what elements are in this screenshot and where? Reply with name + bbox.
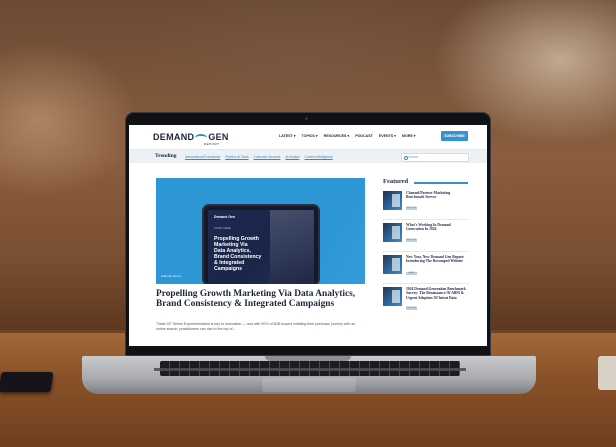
featured-item[interactable]: What's Working In Demand Generation In 2… <box>383 223 469 249</box>
featured-item-title: Channel/Partner Marketing Benchmark Surv… <box>406 191 451 200</box>
hero-tag: Editorial Series <box>161 274 182 278</box>
tablet-screen: Demand Gen STUDY HERE Propelling Growth … <box>208 210 314 284</box>
laptop-lid: DEMAND GEN REPORT LATEST ▾ TOPICS ▾ RESOU… <box>125 112 491 356</box>
featured-divider <box>383 251 469 252</box>
logo-gen: GEN <box>208 132 229 142</box>
featured-item[interactable]: 2024 Demand Generation Benchmark Survey:… <box>383 287 469 313</box>
nav-events[interactable]: EVENTS ▾ <box>379 134 396 138</box>
photo-scene: DEMAND GEN REPORT LATEST ▾ TOPICS ▾ RESOU… <box>0 0 616 447</box>
nav-topics[interactable]: TOPICS ▾ <box>302 134 318 138</box>
tablet-logo: Demand Gen <box>214 215 235 219</box>
featured-item[interactable]: New Year, New Demand Gen Report: Introdu… <box>383 255 469 281</box>
featured-thumbnail <box>383 191 402 210</box>
featured-item-tag: REPORTS <box>406 239 417 242</box>
smartphone <box>0 372 54 392</box>
trending-bar: Trending Informational Framework Pipelin… <box>129 150 487 163</box>
featured-divider <box>383 219 469 220</box>
laptop-screen: DEMAND GEN REPORT LATEST ▾ TOPICS ▾ RESOU… <box>129 125 487 346</box>
featured-item-tag: NEWS <box>406 272 417 275</box>
featured-item-tag: REPORTS <box>406 207 417 210</box>
featured-thumbnail <box>383 287 402 306</box>
featured-divider <box>383 283 469 284</box>
trending-link[interactable]: Informational Framework <box>185 155 220 159</box>
featured-thumbnail <box>383 255 402 274</box>
featured-thumbnail <box>383 223 402 242</box>
trending-link[interactable]: Customer Success <box>254 155 281 159</box>
logo-subtitle: REPORT <box>204 142 220 146</box>
subscribe-button[interactable]: SUBSCRIBE <box>441 131 468 141</box>
featured-rule <box>414 182 468 184</box>
featured-item-title: What's Working In Demand Generation In 2… <box>406 223 451 232</box>
featured-heading: Featured <box>383 178 409 185</box>
site-header: DEMAND GEN REPORT LATEST ▾ TOPICS ▾ RESOU… <box>129 125 487 150</box>
article-excerpt: "State Of" Series Experimentation is key… <box>156 322 356 331</box>
search-placeholder: Search... <box>408 155 421 159</box>
nav-resources[interactable]: RESOURCES ▾ <box>324 134 350 138</box>
featured-item-title: 2024 Demand Generation Benchmark Survey:… <box>406 287 466 300</box>
featured-item-title: New Year, New Demand Gen Report: Introdu… <box>406 255 465 264</box>
tablet-kicker: STUDY HERE <box>214 227 231 230</box>
nav-podcast[interactable]: PODCAST <box>355 134 373 138</box>
article-title[interactable]: Propelling Growth Marketing Via Data Ana… <box>156 289 366 309</box>
trending-link[interactable]: AI Analyst <box>285 155 299 159</box>
tablet-title: Propelling Growth Marketing Via Data Ana… <box>214 236 262 273</box>
site-logo[interactable]: DEMAND GEN <box>153 132 229 142</box>
trending-link[interactable]: Content Intelligence <box>305 155 333 159</box>
featured-item[interactable]: Channel/Partner Marketing Benchmark Surv… <box>383 191 469 217</box>
hero-image[interactable]: Demand Gen STUDY HERE Propelling Growth … <box>156 178 365 284</box>
main-nav: LATEST ▾ TOPICS ▾ RESOURCES ▾ PODCAST EV… <box>279 134 416 138</box>
logo-demand: DEMAND <box>153 132 195 142</box>
tablet-photo <box>270 210 314 284</box>
tablet-device: Demand Gen STUDY HERE Propelling Growth … <box>204 206 318 284</box>
search-input[interactable]: Search... <box>401 153 469 162</box>
coffee-cup <box>598 356 616 390</box>
laptop-trackpad <box>262 378 356 392</box>
nav-latest[interactable]: LATEST ▾ <box>279 134 296 138</box>
nav-more[interactable]: MORE ▾ <box>402 134 416 138</box>
trending-label: Trending <box>155 153 177 159</box>
featured-item-tag: REPORTS <box>406 307 417 310</box>
trending-link[interactable]: Pipeline AI Tools <box>225 155 248 159</box>
trending-links: Informational Framework Pipeline AI Tool… <box>185 155 333 159</box>
webcam <box>305 117 308 120</box>
logo-swoosh-icon <box>195 133 208 142</box>
laptop-keyboard-row <box>154 368 466 371</box>
